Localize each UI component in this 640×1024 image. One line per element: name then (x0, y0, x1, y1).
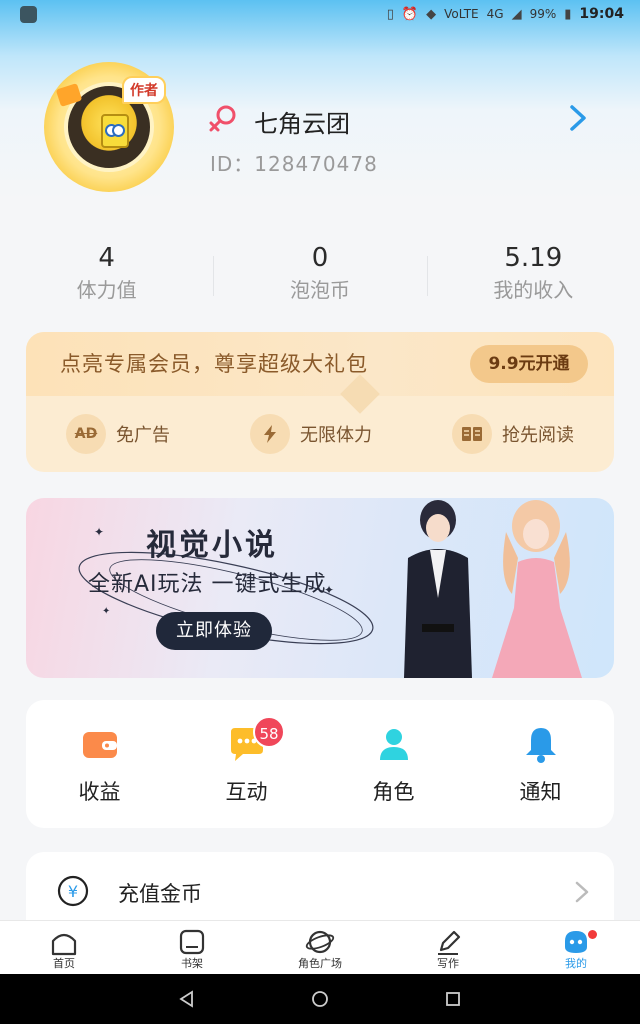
recents-button[interactable] (441, 987, 465, 1011)
book-icon (452, 414, 492, 454)
signal-icon: ◢ (511, 6, 522, 22)
stat-label: 体力值 (76, 278, 137, 302)
person-icon (379, 729, 408, 760)
vip-feature-no-ads: AD 免广告 (66, 414, 170, 454)
vibrate-icon: ▯ (386, 6, 394, 22)
network-label: 4G (486, 7, 504, 21)
stat-value: 4 (98, 243, 115, 273)
tab-label: 首页 (53, 957, 75, 970)
tab-character-plaza[interactable]: 角色广场 (256, 921, 384, 974)
back-triangle-icon (178, 990, 193, 1008)
system-navigation-bar (0, 974, 640, 1024)
status-bar: ▯ ⏰ ◆ VoLTE 4G ◢ 99% ▮ 19:04 (0, 0, 640, 28)
action-label: 收益 (78, 780, 121, 804)
tab-bookshelf[interactable]: 书架 (128, 921, 256, 974)
profile-icon (565, 931, 587, 953)
tab-write[interactable]: 写作 (384, 921, 512, 974)
notification-dot (588, 930, 597, 939)
vip-title: 点亮专属会员，尊享超级大礼包 (60, 352, 368, 376)
stat-bubble-coins[interactable]: 0 泡泡币 (213, 240, 426, 310)
wifi-icon: ◆ (426, 6, 437, 22)
bookshelf-icon (179, 929, 205, 955)
svg-text:✦: ✦ (94, 525, 104, 539)
clock: 19:04 (579, 6, 624, 22)
vip-feature-label: 无限体力 (300, 425, 372, 446)
svg-text:¥: ¥ (68, 882, 78, 901)
vip-feature-label: 抢先阅读 (502, 425, 574, 446)
back-button[interactable] (175, 987, 199, 1011)
chevron-right-icon (575, 881, 589, 903)
visual-novel-banner[interactable]: ✦ ✦ ✦ 视觉小说 全新AI玩法 一键式生成 立即体验 (26, 498, 614, 678)
vip-feature-early-read: 抢先阅读 (452, 414, 574, 454)
stat-value: 5.19 (504, 243, 563, 273)
home-circle-icon (312, 991, 328, 1007)
action-earnings[interactable]: 收益 (26, 700, 173, 828)
tab-label: 我的 (565, 957, 587, 970)
tab-home[interactable]: 首页 (0, 921, 128, 974)
author-badge: 作者 (122, 76, 166, 104)
user-id: ID：128470478 (210, 152, 378, 176)
quick-actions: 收益 58 互动 角色 通知 (26, 700, 614, 828)
action-characters[interactable]: 角色 (320, 700, 467, 828)
banner-characters-illustration (404, 500, 582, 678)
banner-subtitle: 全新AI玩法 一键式生成 (88, 572, 327, 597)
vip-subscribe-button[interactable]: 9.9元开通 (470, 345, 588, 383)
tab-label: 角色广场 (298, 957, 342, 970)
tab-label: 书架 (181, 957, 203, 970)
pen-icon (438, 930, 461, 955)
vip-feature-label: 免广告 (116, 425, 170, 446)
no-ads-icon: AD (66, 414, 106, 454)
wallet-icon (82, 732, 117, 758)
battery-icon: ▮ (564, 6, 572, 22)
username: 七角云团 (254, 110, 350, 138)
stat-label: 泡泡币 (289, 278, 350, 302)
stat-label: 我的收入 (493, 278, 574, 302)
try-now-button[interactable]: 立即体验 (156, 612, 272, 650)
chevron-right-icon[interactable] (566, 104, 590, 132)
recents-square-icon (446, 992, 461, 1006)
action-interaction[interactable]: 58 互动 (173, 700, 320, 828)
stats-row: 4 体力值 0 泡泡币 5.19 我的收入 (0, 240, 640, 310)
status-indicators: ▯ ⏰ ◆ VoLTE 4G ◢ 99% ▮ 19:04 (387, 6, 624, 22)
stat-value: 0 (311, 243, 329, 273)
action-notifications[interactable]: 通知 (467, 700, 614, 828)
app-notification-icon (20, 5, 37, 23)
bolt-icon (250, 414, 290, 454)
recharge-label: 充值金币 (118, 882, 202, 906)
tab-label: 写作 (437, 957, 459, 970)
banner-title: 视觉小说 (146, 528, 278, 563)
svg-text:✦: ✦ (102, 606, 110, 617)
bell-icon (525, 728, 556, 763)
action-label: 互动 (225, 780, 268, 804)
avatar[interactable]: 作者 (44, 62, 174, 192)
sponge-character (101, 114, 129, 148)
action-label: 角色 (372, 780, 415, 804)
vip-feature-unlimited-stamina: 无限体力 (250, 414, 372, 454)
volte-label: VoLTE (444, 7, 479, 21)
vip-card[interactable]: 点亮专属会员，尊享超级大礼包 9.9元开通 AD 免广告 无限体力 抢先阅读 (26, 332, 614, 472)
home-button[interactable] (308, 987, 332, 1011)
coin-icon: ¥ (57, 875, 89, 907)
tab-me[interactable]: 我的 (512, 921, 640, 974)
stat-stamina[interactable]: 4 体力值 (0, 240, 213, 310)
unread-badge: 58 (253, 716, 285, 748)
stat-income[interactable]: 5.19 我的收入 (426, 240, 640, 310)
bottom-tab-bar: 首页 书架 角色广场 写作 我的 (0, 920, 640, 974)
alarm-icon: ⏰ (401, 6, 419, 22)
vip-features: AD 免广告 无限体力 抢先阅读 (26, 406, 614, 462)
battery-label: 99% (529, 7, 557, 21)
female-icon (209, 105, 236, 132)
action-label: 通知 (519, 780, 562, 804)
planet-icon (305, 930, 335, 954)
home-icon (51, 933, 77, 956)
